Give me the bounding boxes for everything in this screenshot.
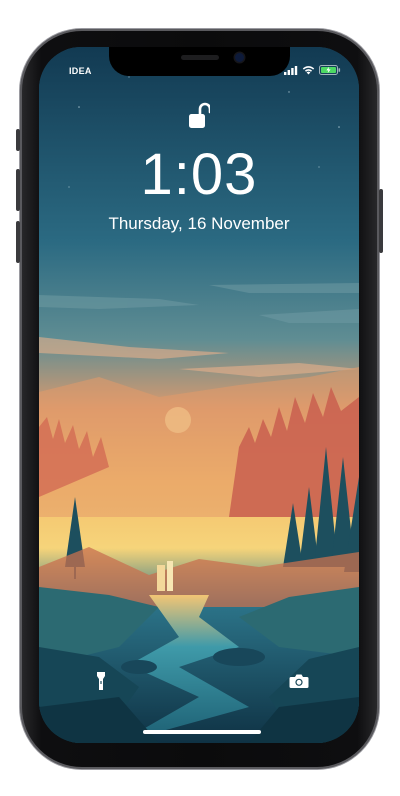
flashlight-icon — [97, 672, 105, 690]
status-icons — [284, 65, 341, 75]
battery-charging-icon — [319, 65, 341, 75]
home-indicator-bar[interactable] — [143, 730, 261, 734]
notch — [109, 47, 290, 76]
lock-screen[interactable]: IDEA 1:03 Thursday, 16 November — [39, 47, 359, 743]
front-camera — [235, 53, 244, 62]
lock-screen-date: Thursday, 16 November — [108, 214, 290, 233]
volume-up-button — [16, 169, 20, 211]
unlocked-padlock-icon — [188, 102, 212, 137]
earpiece-speaker — [181, 55, 219, 60]
power-button — [379, 189, 383, 253]
mute-switch — [16, 129, 20, 151]
flashlight-button[interactable] — [81, 661, 121, 701]
camera-icon — [289, 674, 309, 688]
carrier-label: IDEA — [69, 66, 92, 76]
cellular-signal-icon — [284, 65, 298, 75]
volume-down-button — [16, 221, 20, 263]
lock-screen-time: 1:03 — [140, 142, 258, 207]
wifi-icon — [302, 66, 315, 75]
camera-button[interactable] — [279, 661, 319, 701]
